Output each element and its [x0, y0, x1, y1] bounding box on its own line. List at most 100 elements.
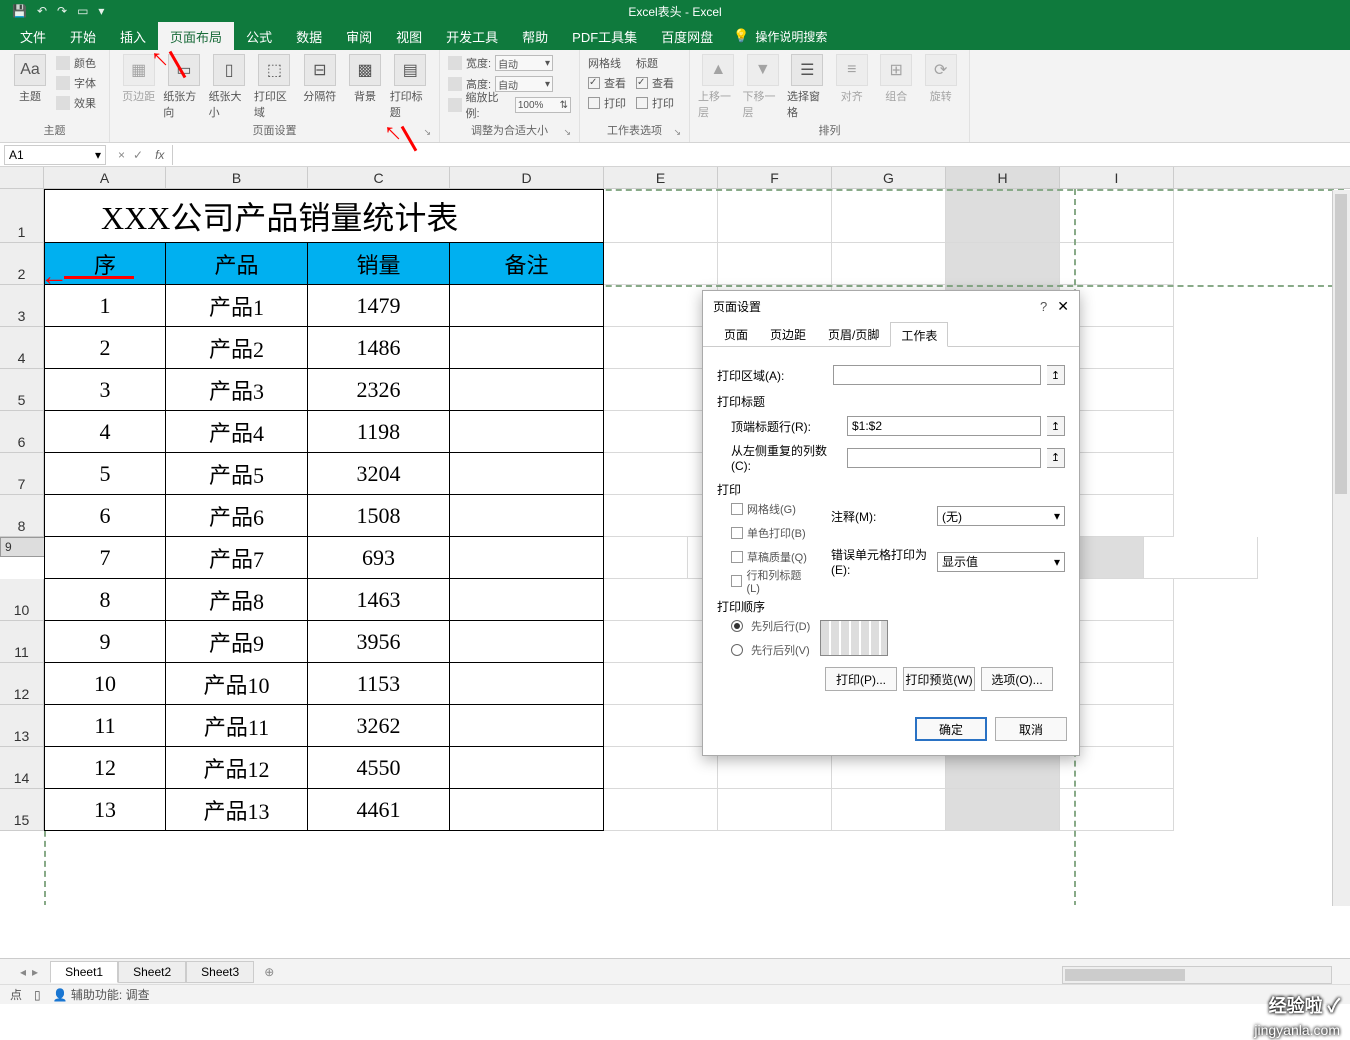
top-rows-input[interactable]: [847, 416, 1041, 436]
table-cell[interactable]: [450, 285, 604, 327]
options-button[interactable]: 选项(O)...: [981, 667, 1053, 691]
status-rec-icon[interactable]: ▯: [34, 988, 41, 1002]
row-header[interactable]: 6: [0, 411, 44, 453]
print-button[interactable]: 打印(P)...: [825, 667, 897, 691]
table-cell[interactable]: 3262: [308, 705, 450, 747]
fx-cancel-icon[interactable]: ×: [118, 148, 125, 162]
sheet-tab[interactable]: Sheet3: [186, 961, 254, 983]
table-cell[interactable]: [450, 327, 604, 369]
table-cell[interactable]: 2326: [308, 369, 450, 411]
row-header[interactable]: 8: [0, 495, 44, 537]
table-cell[interactable]: 1486: [308, 327, 450, 369]
draft-check[interactable]: 草稿质量(Q): [731, 548, 811, 566]
table-cell[interactable]: 1463: [308, 579, 450, 621]
table-cell[interactable]: [450, 537, 604, 579]
table-cell[interactable]: 产品10: [166, 663, 308, 705]
print-area-input[interactable]: [833, 365, 1041, 385]
table-cell[interactable]: 13: [44, 789, 166, 831]
row-header[interactable]: 5: [0, 369, 44, 411]
table-cell[interactable]: 11: [44, 705, 166, 747]
sheet-tab[interactable]: Sheet1: [50, 961, 118, 983]
table-cell[interactable]: 4550: [308, 747, 450, 789]
table-cell[interactable]: 产品9: [166, 621, 308, 663]
scale-ratio-combo[interactable]: 100%⇅: [515, 97, 571, 113]
align-button[interactable]: ≡对齐: [832, 54, 873, 104]
themes-button[interactable]: Aa主题: [8, 54, 52, 104]
group-button[interactable]: ⊞组合: [876, 54, 917, 104]
size-button[interactable]: ▯纸张大小: [209, 54, 250, 120]
table-cell[interactable]: 3956: [308, 621, 450, 663]
table-cell[interactable]: 6: [44, 495, 166, 537]
table-cell[interactable]: [450, 579, 604, 621]
sheet-nav-first-icon[interactable]: ◂: [20, 965, 26, 979]
col-header[interactable]: D: [450, 167, 604, 188]
col-header[interactable]: B: [166, 167, 308, 188]
tab-baidu[interactable]: 百度网盘: [649, 22, 725, 50]
theme-colors[interactable]: 颜色: [56, 54, 96, 72]
tab-formula[interactable]: 公式: [234, 22, 284, 50]
namebox-dropdown-icon[interactable]: ▾: [95, 148, 101, 162]
qat-undo-icon[interactable]: ↶: [37, 4, 47, 18]
table-cell[interactable]: 1198: [308, 411, 450, 453]
bw-check[interactable]: 单色打印(B): [731, 524, 811, 542]
print-area-button[interactable]: ⬚打印区域: [254, 54, 295, 120]
col-header[interactable]: E: [604, 167, 718, 188]
table-cell[interactable]: 7: [44, 537, 166, 579]
dlg-tab-sheet[interactable]: 工作表: [890, 322, 948, 347]
head-view-check[interactable]: 查看: [636, 74, 674, 92]
table-cell[interactable]: 3204: [308, 453, 450, 495]
table-cell[interactable]: 1479: [308, 285, 450, 327]
table-cell[interactable]: 3: [44, 369, 166, 411]
dlg-tab-hf[interactable]: 页眉/页脚: [817, 321, 890, 346]
dlg-tab-margin[interactable]: 页边距: [759, 321, 817, 346]
sheet-nav-last-icon[interactable]: ▸: [32, 965, 38, 979]
row-header[interactable]: 3: [0, 285, 44, 327]
table-cell[interactable]: 10: [44, 663, 166, 705]
sheet-tab[interactable]: Sheet2: [118, 961, 186, 983]
horizontal-scrollbar[interactable]: [1062, 966, 1332, 984]
table-cell[interactable]: [450, 789, 604, 831]
ok-button[interactable]: 确定: [915, 717, 987, 741]
table-cell[interactable]: 1: [44, 285, 166, 327]
preview-button[interactable]: 打印预览(W): [903, 667, 975, 691]
col-header[interactable]: H: [946, 167, 1060, 188]
bring-forward-button[interactable]: ▲上移一层: [698, 54, 739, 120]
row-header[interactable]: 2: [0, 243, 44, 285]
table-cell[interactable]: [450, 705, 604, 747]
tab-data[interactable]: 数据: [284, 22, 334, 50]
sheetopt-launcher-icon[interactable]: ↘: [673, 127, 681, 138]
table-cell[interactable]: [450, 747, 604, 789]
table-cell[interactable]: [450, 411, 604, 453]
add-sheet-icon[interactable]: ⊕: [264, 965, 274, 979]
cancel-button[interactable]: 取消: [995, 717, 1067, 741]
table-cell[interactable]: 产品11: [166, 705, 308, 747]
col-header[interactable]: A: [44, 167, 166, 188]
table-cell[interactable]: 产品1: [166, 285, 308, 327]
scale-width-combo[interactable]: 自动▾: [495, 55, 553, 71]
table-cell[interactable]: 产品13: [166, 789, 308, 831]
tab-view[interactable]: 视图: [384, 22, 434, 50]
rotate-button[interactable]: ⟳旋转: [921, 54, 962, 104]
table-cell[interactable]: [450, 621, 604, 663]
row-header[interactable]: 7: [0, 453, 44, 495]
range-select-icon[interactable]: ↥: [1047, 416, 1065, 436]
send-backward-button[interactable]: ▼下移一层: [743, 54, 784, 120]
scale-launcher-icon[interactable]: ↘: [563, 127, 571, 138]
table-cell[interactable]: 产品12: [166, 747, 308, 789]
qat-save-icon[interactable]: 💾: [12, 4, 27, 18]
qat-redo-icon[interactable]: ↷: [57, 4, 67, 18]
table-cell[interactable]: [450, 453, 604, 495]
tab-review[interactable]: 审阅: [334, 22, 384, 50]
col-header[interactable]: C: [308, 167, 450, 188]
table-cell[interactable]: 4461: [308, 789, 450, 831]
table-cell[interactable]: [450, 369, 604, 411]
table-cell[interactable]: 693: [308, 537, 450, 579]
tab-pdf[interactable]: PDF工具集: [560, 22, 649, 50]
table-cell[interactable]: 产品6: [166, 495, 308, 537]
tab-page-layout[interactable]: 页面布局: [158, 22, 234, 50]
tab-file[interactable]: 文件: [8, 22, 58, 50]
qat-more-icon[interactable]: ▾: [98, 4, 104, 18]
tab-home[interactable]: 开始: [58, 22, 108, 50]
row-header[interactable]: 1: [0, 189, 44, 243]
dialog-close-icon[interactable]: ✕: [1057, 298, 1069, 314]
